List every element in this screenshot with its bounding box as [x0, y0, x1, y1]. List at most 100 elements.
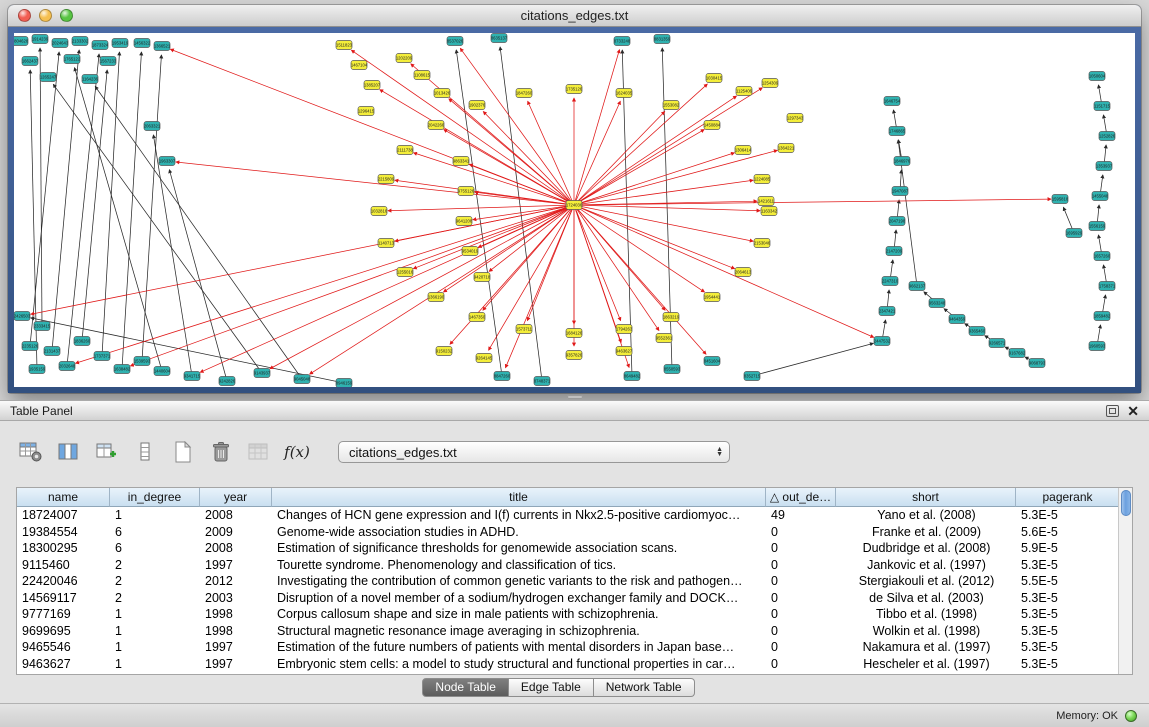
graph-node[interactable]: 1735126	[566, 85, 583, 94]
graph-node[interactable]: 1624035	[616, 89, 633, 98]
graph-node[interactable]: 9264145	[476, 354, 493, 363]
graph-node[interactable]: 9341715	[184, 372, 201, 381]
graph-node[interactable]: 9068793	[1029, 359, 1046, 368]
delete-table-button[interactable]	[208, 440, 234, 464]
graph-node[interactable]: 9552361	[656, 334, 673, 343]
graph-node[interactable]: 9464359	[949, 315, 966, 324]
graph-node[interactable]: 2235126	[22, 342, 39, 351]
tab-edge-table[interactable]: Edge Table	[509, 678, 594, 697]
tab-node-table[interactable]: Node Table	[422, 678, 509, 697]
table-row[interactable]: 1872400712008Changes of HCN gene express…	[17, 507, 1118, 524]
graph-node[interactable]: 1385207	[364, 81, 381, 90]
graph-node[interactable]: 1013426	[434, 89, 451, 98]
graph-node[interactable]: 1108615	[414, 71, 431, 80]
graph-node[interactable]: 1695929	[1066, 229, 1083, 238]
graph-node[interactable]: 9463627	[616, 347, 633, 356]
network-canvas[interactable]: 1163342122408513064141450884155308216240…	[14, 33, 1135, 387]
graph-node[interactable]: 1873324	[92, 41, 109, 50]
graph-node[interactable]: 1306414	[735, 146, 752, 155]
panel-splitter[interactable]	[0, 393, 1149, 400]
graph-node[interactable]: 1366190	[428, 293, 445, 302]
graph-node[interactable]: 1450884	[704, 121, 721, 130]
table-row[interactable]: 946362711997Embryonic stem cells: a mode…	[17, 656, 1118, 673]
graph-node[interactable]: 2131437	[44, 347, 61, 356]
graph-node[interactable]: 1125406	[736, 87, 753, 96]
graph-node[interactable]: 9662137	[909, 282, 926, 291]
table-row[interactable]: 2242004622012Investigating the contribut…	[17, 573, 1118, 590]
graph-node[interactable]: 2153046	[754, 239, 771, 248]
graph-node[interactable]: 1296415	[358, 107, 375, 116]
network-canvas-svg[interactable]: 1163342122408513064141450884155308216240…	[14, 33, 1135, 387]
graph-node[interactable]: 1737371	[94, 352, 111, 361]
graph-node[interactable]: 8847260	[494, 372, 511, 381]
float-panel-icon[interactable]	[1106, 405, 1119, 417]
graph-node[interactable]: 1863219	[663, 313, 680, 322]
graph-node[interactable]: 2247310	[882, 277, 899, 286]
graph-node[interactable]: 9755126	[458, 187, 475, 196]
graph-node[interactable]: 2147209	[886, 247, 903, 256]
table-row[interactable]: 1830029562008Estimation of significance …	[17, 540, 1118, 557]
graph-node[interactable]: 1758371	[1099, 282, 1116, 291]
graph-node[interactable]: 1595818	[1052, 195, 1069, 204]
graph-node[interactable]: 1202209	[396, 54, 413, 63]
graph-node[interactable]: 1511823	[336, 41, 353, 50]
new-column-button[interactable]	[94, 440, 120, 464]
graph-node[interactable]: 8550593	[664, 365, 681, 374]
table-row[interactable]: 1938455462009Genome-wide association stu…	[17, 524, 1118, 541]
graph-node[interactable]: 1746865	[889, 127, 906, 136]
graph-node[interactable]: 8649482	[624, 372, 641, 381]
import-table-button[interactable]	[246, 440, 272, 464]
graph-node[interactable]: 9534019	[462, 247, 479, 256]
graph-node[interactable]: 9242826	[219, 377, 236, 386]
column-list-button[interactable]	[132, 440, 158, 464]
graph-node[interactable]: 1859482	[1094, 312, 1111, 321]
graph-node[interactable]: 8831359	[654, 35, 671, 44]
graph-node[interactable]: 8748371	[534, 377, 551, 386]
graph-node[interactable]: 2032648	[59, 362, 76, 371]
graph-node[interactable]: 1440604	[154, 367, 171, 376]
graph-node[interactable]: 1224085	[754, 175, 771, 184]
graph-node[interactable]: 1953419	[112, 39, 129, 48]
graph-node[interactable]: 1960593	[1089, 342, 1106, 351]
graph-node[interactable]: 1947087	[892, 187, 909, 196]
graph-node[interactable]: 8537026	[447, 37, 464, 46]
table-settings-button[interactable]	[18, 440, 44, 464]
table-vertical-scrollbar[interactable]	[1118, 488, 1132, 674]
column-header-pagerank[interactable]: pagerank	[1016, 488, 1118, 507]
table-row[interactable]: 911546021997Tourette syndrome. Phenomeno…	[17, 557, 1118, 574]
graph-node[interactable]: 1724036	[566, 201, 583, 210]
graph-node[interactable]: 2133302	[72, 37, 89, 46]
graph-node[interactable]: 9420718	[474, 273, 491, 282]
graph-node[interactable]: 8946159	[336, 379, 353, 388]
graph-node[interactable]: 1836260	[74, 337, 91, 346]
graph-node[interactable]: 1567233	[100, 57, 117, 66]
graph-node[interactable]: 9045048	[294, 375, 311, 384]
graph-node[interactable]: 1163342	[761, 207, 778, 216]
graph-node[interactable]: 9863341	[453, 157, 470, 166]
window-titlebar[interactable]: citations_edges.txt	[8, 5, 1141, 27]
graph-node[interactable]: 1164236	[82, 75, 99, 84]
column-header-name[interactable]: name	[17, 488, 110, 507]
graph-node[interactable]: 9357826	[566, 351, 583, 360]
show-columns-button[interactable]	[56, 440, 82, 464]
graph-node[interactable]: 1265247	[40, 73, 57, 82]
new-table-button[interactable]	[170, 440, 196, 464]
graph-node[interactable]: 9167682	[1009, 349, 1026, 358]
column-header-year[interactable]: year	[200, 488, 272, 507]
graph-node[interactable]: 2063321	[144, 122, 161, 131]
zoom-window-button[interactable]	[60, 9, 73, 22]
tab-network-table[interactable]: Network Table	[594, 678, 695, 697]
graph-node[interactable]: 1765122	[64, 55, 81, 64]
graph-node[interactable]: 1421611	[758, 197, 775, 206]
graph-node[interactable]: 9143937	[254, 369, 271, 378]
graph-node[interactable]: 1297343	[787, 114, 804, 123]
table-selector-combo[interactable]: citations_edges.txt ▲▼	[338, 441, 730, 463]
graph-node[interactable]: 2024643	[52, 39, 69, 48]
graph-node[interactable]: 1467350	[469, 313, 486, 322]
column-header-in_degree[interactable]: in_degree	[110, 488, 200, 507]
graph-node[interactable]: 1050604	[1089, 72, 1106, 81]
graph-node[interactable]: 1140713	[378, 239, 395, 248]
table-row[interactable]: 969969511998Structural magnetic resonanc…	[17, 623, 1118, 640]
graph-node[interactable]: 2215809	[378, 175, 395, 184]
graph-node[interactable]: 1032816	[371, 207, 388, 216]
